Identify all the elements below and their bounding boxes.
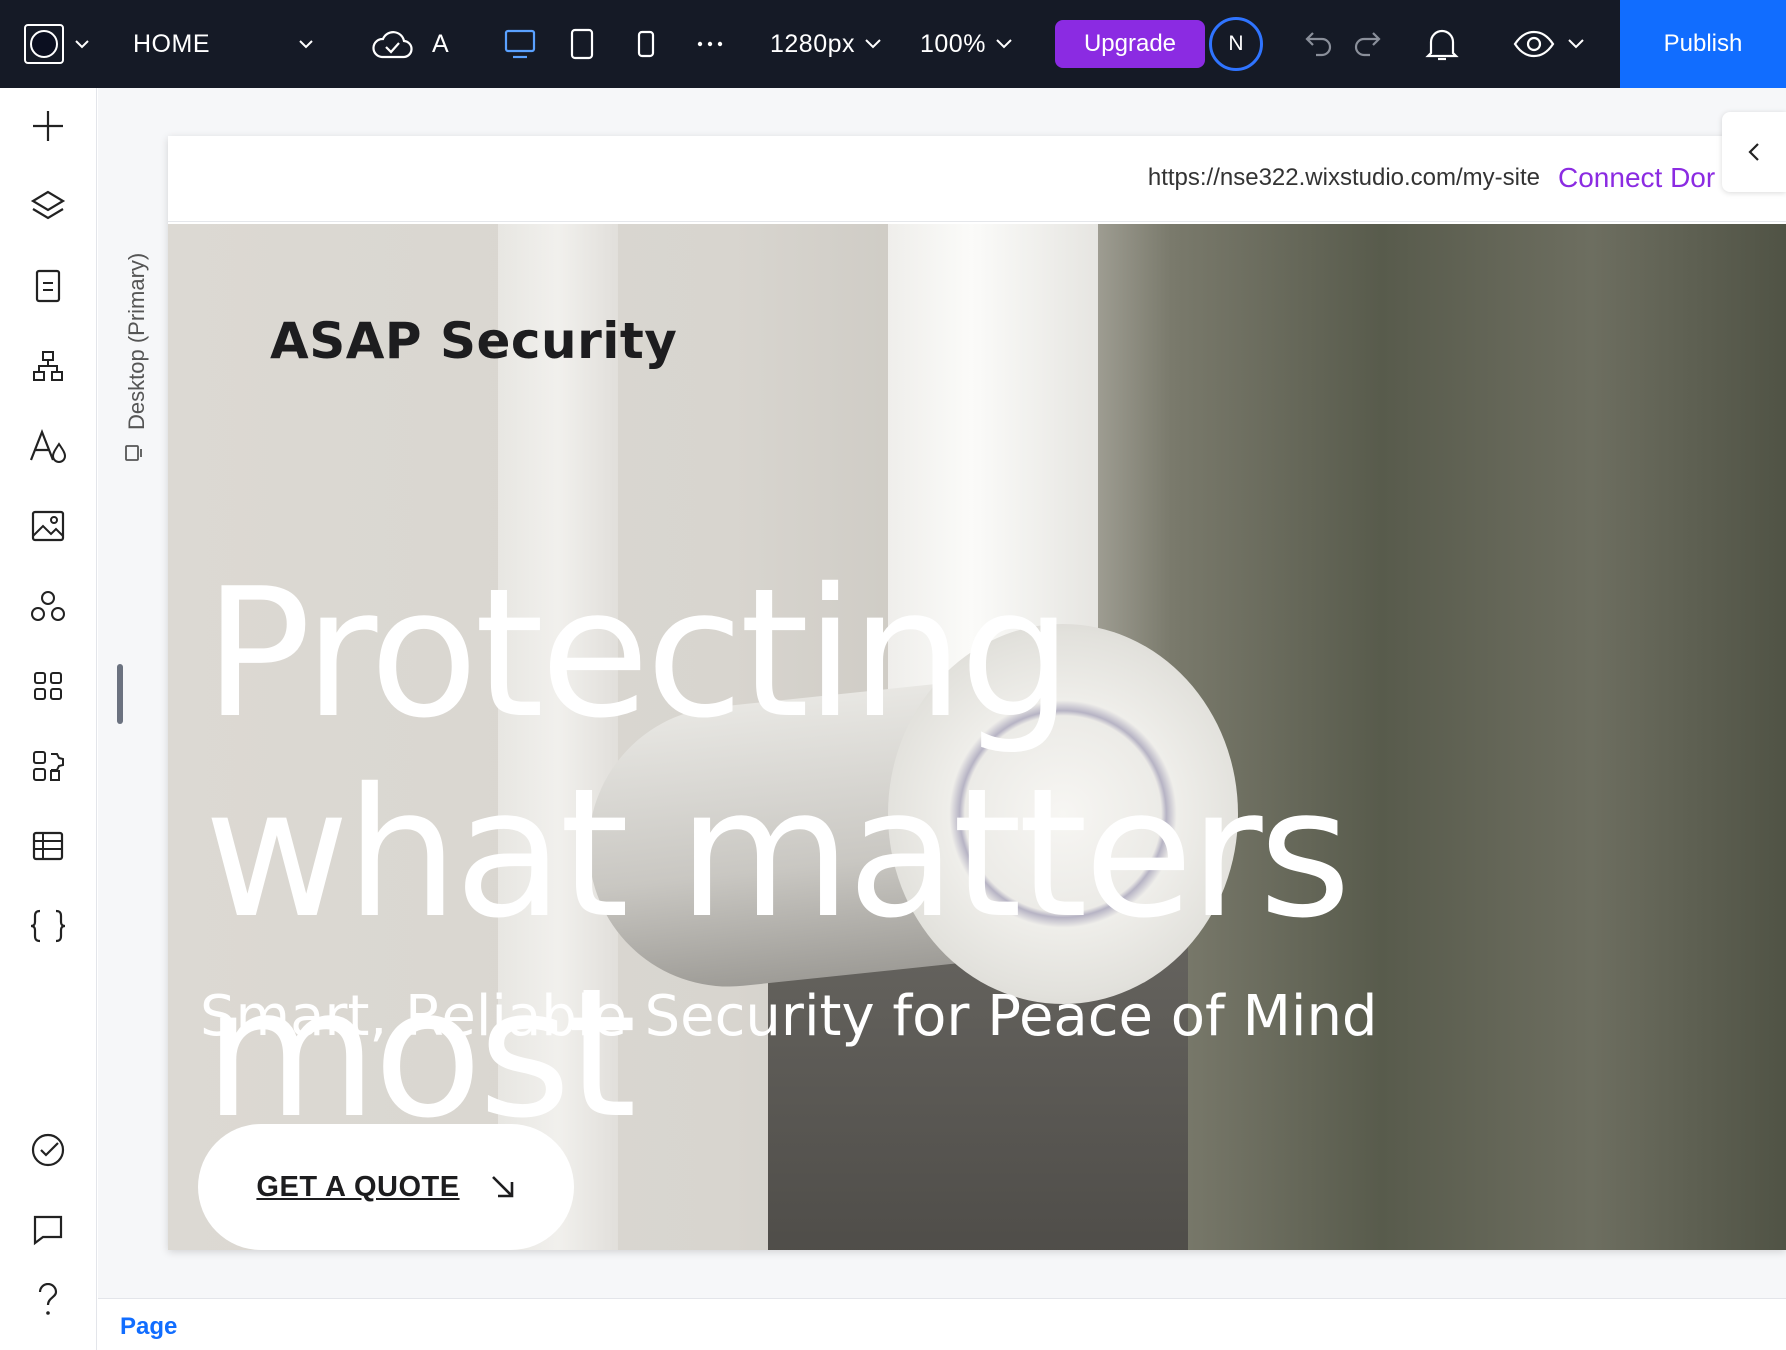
get-quote-label: GET A QUOTE (256, 1170, 460, 1203)
publish-button[interactable]: Publish (1620, 0, 1786, 88)
site-frame: https://nse322.wixstudio.com/my-site Con… (168, 136, 1786, 1250)
sitemap-icon[interactable] (26, 344, 70, 388)
site-check-icon[interactable] (26, 1128, 70, 1172)
hero-subheadline[interactable]: Smart, Reliable Security for Peace of Mi… (200, 984, 1377, 1049)
hero-section[interactable]: ASAP Security Protecting what matters mo… (168, 224, 1786, 1250)
undo-icon[interactable] (1300, 26, 1336, 62)
typography-icon[interactable] (26, 424, 70, 468)
apps-icon[interactable] (26, 664, 70, 708)
desktop-small-icon (125, 445, 142, 461)
brand-title[interactable]: ASAP Security (270, 312, 677, 370)
bell-icon[interactable] (1422, 24, 1462, 64)
chevron-left-icon (1748, 143, 1759, 161)
media-icon[interactable] (26, 504, 70, 548)
site-url[interactable]: https://nse322.wixstudio.com/my-site (1148, 164, 1540, 192)
breakpoint-label: Desktop (Primary) (124, 252, 149, 430)
page-breadcrumb[interactable]: Page (120, 1313, 177, 1341)
code-icon[interactable] (26, 904, 70, 948)
cms-icon[interactable] (26, 824, 70, 868)
width-value: 1280px (770, 29, 856, 58)
left-sidebar (0, 88, 97, 1350)
avatar[interactable]: N (1209, 17, 1263, 71)
chevron-down-icon[interactable] (1566, 32, 1586, 56)
width-selector[interactable]: 1280px (770, 26, 881, 62)
pages-icon[interactable] (26, 264, 70, 308)
tablet-icon[interactable] (566, 26, 598, 62)
chevron-down-icon[interactable] (294, 30, 318, 58)
bottom-bar: Page (98, 1298, 1786, 1350)
page-selector-label: HOME (133, 29, 210, 58)
more-icon[interactable] (694, 30, 726, 58)
layers-icon[interactable] (26, 184, 70, 228)
upgrade-button[interactable]: Upgrade (1055, 20, 1205, 68)
zoom-value: 100% (920, 29, 986, 58)
breakpoint-tab[interactable]: Desktop (Primary) (120, 220, 150, 470)
app-market-icon[interactable] (26, 744, 70, 788)
canvas-drag-handle[interactable] (117, 664, 123, 724)
site-url-bar: https://nse322.wixstudio.com/my-site Con… (168, 136, 1786, 222)
top-toolbar: HOME A 1280px 100% Upgrade N Publish (0, 0, 1786, 88)
components-icon[interactable] (26, 584, 70, 628)
arrow-down-right-icon (491, 1176, 513, 1198)
mobile-icon[interactable] (632, 28, 660, 60)
get-quote-button[interactable]: GET A QUOTE (198, 1124, 574, 1250)
page-selector[interactable]: HOME (133, 26, 210, 62)
help-icon[interactable] (26, 1278, 70, 1322)
redo-icon[interactable] (1350, 26, 1386, 62)
hero-headline[interactable]: Protecting what matters most (204, 554, 1504, 1154)
chevron-down-icon (996, 39, 1012, 49)
comments-icon[interactable] (26, 1208, 70, 1252)
site-status-letter[interactable]: A (432, 26, 449, 62)
add-icon[interactable] (26, 104, 70, 148)
connect-domain-link[interactable]: Connect Dor (1558, 162, 1715, 194)
cloud-check-icon[interactable] (370, 24, 414, 64)
chevron-down-icon[interactable] (70, 30, 94, 58)
desktop-icon[interactable] (502, 26, 538, 62)
site-logo-icon[interactable] (24, 24, 64, 64)
collapse-panel-button[interactable] (1722, 112, 1786, 192)
zoom-selector[interactable]: 100% (920, 26, 1012, 62)
eye-icon[interactable] (1512, 28, 1556, 60)
chevron-down-icon (865, 39, 881, 49)
